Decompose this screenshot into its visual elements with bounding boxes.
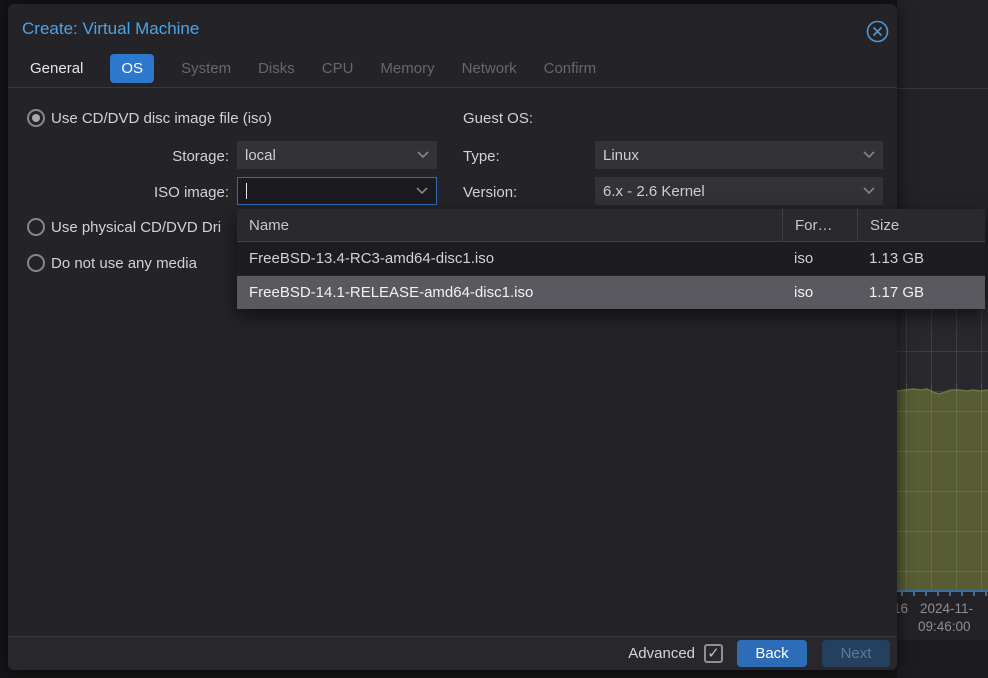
background-memory-chart — [897, 300, 988, 592]
advanced-checkbox[interactable]: ✓ — [704, 644, 723, 663]
storage-label: Storage: — [69, 148, 229, 165]
chart-x-axis-ticks — [897, 592, 988, 596]
iso-size: 1.13 GB — [857, 250, 985, 267]
os-version-label: Version: — [463, 184, 517, 201]
background-bottom-strip — [897, 640, 988, 678]
radio-use-iso[interactable] — [27, 109, 45, 127]
os-type-select[interactable]: Linux — [595, 141, 883, 169]
dialog-footer: Advanced ✓ Back Next — [8, 636, 897, 670]
tab-system[interactable]: System — [181, 60, 231, 77]
tab-os[interactable]: OS — [110, 54, 154, 83]
iso-dropdown-panel: Name For… Size FreeBSD-13.4-RC3-amd64-di… — [237, 209, 985, 308]
tab-disks[interactable]: Disks — [258, 60, 295, 77]
tab-general[interactable]: General — [30, 60, 83, 77]
iso-dropdown-header: Name For… Size — [237, 209, 985, 242]
storage-value: local — [245, 147, 276, 164]
iso-format: iso — [782, 250, 857, 267]
chevron-down-icon — [863, 187, 875, 195]
guest-os-heading: Guest OS: — [463, 110, 533, 127]
radio-use-physical[interactable] — [27, 218, 45, 236]
iso-row-freebsd-13[interactable]: FreeBSD-13.4-RC3-amd64-disc1.iso iso 1.1… — [237, 242, 985, 276]
tab-network[interactable]: Network — [462, 60, 517, 77]
chevron-down-icon — [863, 151, 875, 159]
create-vm-dialog: Create: Virtual Machine General OS Syste… — [8, 4, 897, 670]
column-header-name[interactable]: Name — [237, 209, 782, 241]
iso-row-freebsd-14[interactable]: FreeBSD-14.1-RELEASE-amd64-disc1.iso iso… — [237, 276, 985, 309]
os-version-value: 6.x - 2.6 Kernel — [603, 183, 705, 200]
os-type-label: Type: — [463, 148, 500, 165]
chart-gridline-overlay — [897, 383, 988, 590]
tab-confirm[interactable]: Confirm — [544, 60, 597, 77]
tab-cpu[interactable]: CPU — [322, 60, 354, 77]
radio-no-media-label: Do not use any media — [51, 255, 197, 272]
next-button[interactable]: Next — [822, 640, 890, 667]
iso-format: iso — [782, 284, 857, 301]
chevron-down-icon — [417, 151, 429, 159]
storage-select[interactable]: local — [237, 141, 437, 169]
chart-axis-date-next: 2024-11- — [920, 601, 973, 616]
column-header-format[interactable]: For… — [782, 209, 857, 241]
iso-name: FreeBSD-14.1-RELEASE-amd64-disc1.iso — [237, 284, 782, 301]
back-button[interactable]: Back — [737, 640, 807, 667]
os-version-select[interactable]: 6.x - 2.6 Kernel — [595, 177, 883, 205]
iso-image-combobox[interactable] — [237, 177, 437, 205]
chevron-down-icon — [416, 187, 428, 195]
close-icon[interactable] — [866, 20, 889, 43]
dialog-title: Create: Virtual Machine — [22, 19, 199, 39]
wizard-tabbar: General OS System Disks CPU Memory Netwo… — [8, 50, 897, 88]
iso-name: FreeBSD-13.4-RC3-amd64-disc1.iso — [237, 250, 782, 267]
radio-use-iso-label: Use CD/DVD disc image file (iso) — [51, 110, 272, 127]
chart-axis-time-next: 09:46:00 — [918, 619, 971, 634]
advanced-label: Advanced — [628, 645, 695, 662]
column-header-size[interactable]: Size — [857, 209, 985, 241]
radio-no-media[interactable] — [27, 254, 45, 272]
text-cursor — [246, 183, 247, 199]
iso-image-label: ISO image: — [69, 184, 229, 201]
checkmark-icon: ✓ — [707, 645, 720, 662]
iso-size: 1.17 GB — [857, 284, 985, 301]
radio-selected-dot — [32, 114, 40, 122]
tab-memory[interactable]: Memory — [380, 60, 434, 77]
radio-use-physical-label: Use physical CD/DVD Dri — [51, 219, 221, 236]
background-page: 16 2024-11- 0 09:46:00 — [897, 0, 988, 678]
background-divider — [897, 88, 988, 89]
os-type-value: Linux — [603, 147, 639, 164]
